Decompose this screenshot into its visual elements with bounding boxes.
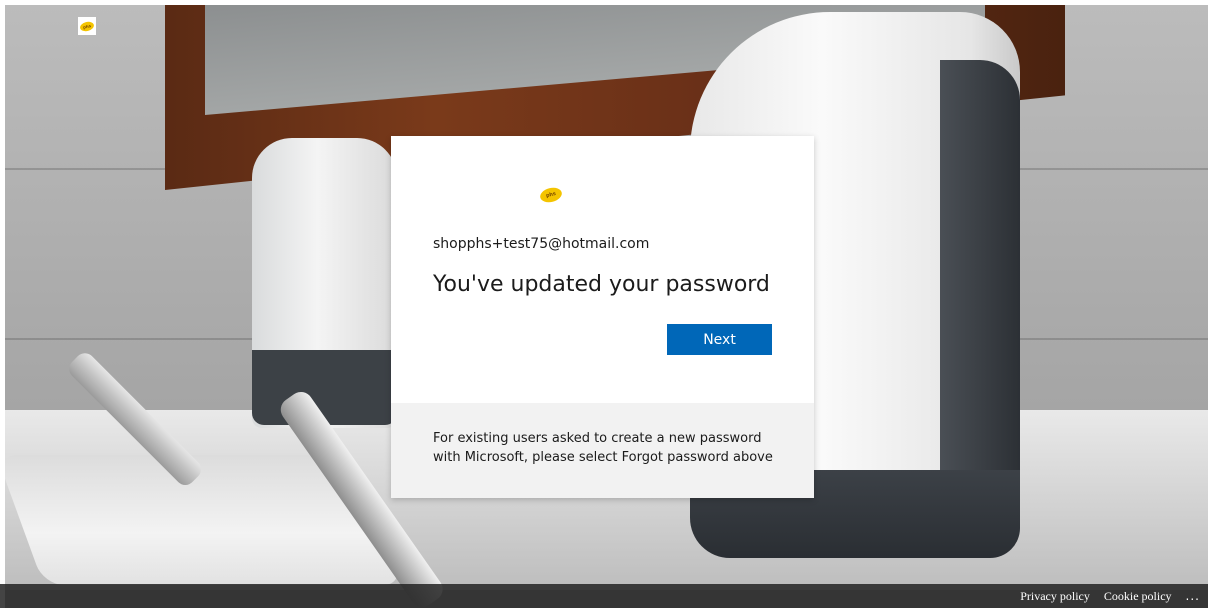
hand-dryer-left-base bbox=[252, 350, 397, 425]
more-options-icon[interactable]: ... bbox=[1186, 589, 1200, 603]
next-button[interactable]: Next bbox=[667, 324, 772, 355]
dialog-logo: phs bbox=[538, 185, 564, 205]
dialog-footer: For existing users asked to create a new… bbox=[391, 403, 814, 498]
privacy-policy-link[interactable]: Privacy policy bbox=[1020, 589, 1090, 604]
logo-text: phs bbox=[545, 190, 557, 199]
logo-text: phs bbox=[82, 22, 92, 29]
account-email: shopphs+test75@hotmail.com bbox=[433, 236, 650, 252]
bottom-bar: Privacy policy Cookie policy ... bbox=[0, 584, 1208, 608]
left-edge bbox=[0, 0, 5, 608]
dialog-main: phs shopphs+test75@hotmail.com You've up… bbox=[391, 136, 814, 403]
cookie-policy-link[interactable]: Cookie policy bbox=[1104, 589, 1172, 604]
corner-logo: phs bbox=[78, 17, 96, 35]
phs-logo-icon: phs bbox=[538, 185, 564, 205]
footer-message: For existing users asked to create a new… bbox=[433, 431, 773, 465]
page-title: You've updated your password bbox=[433, 272, 770, 297]
top-edge bbox=[0, 0, 1208, 5]
phs-logo-icon: phs bbox=[79, 19, 95, 33]
password-updated-dialog: phs shopphs+test75@hotmail.com You've up… bbox=[391, 136, 814, 498]
